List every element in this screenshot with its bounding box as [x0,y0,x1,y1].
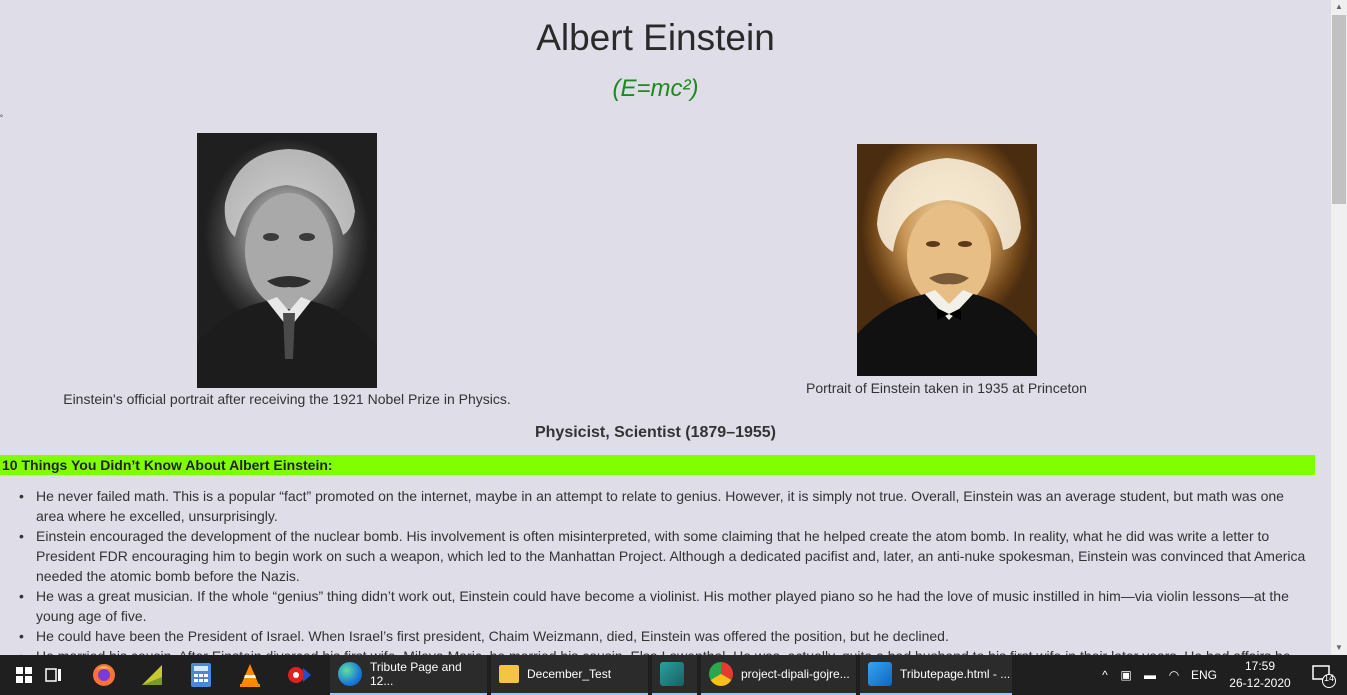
firefox-icon[interactable] [80,655,128,695]
task-view-icon[interactable] [30,655,78,695]
folder-icon [499,665,519,683]
chrome-icon [709,662,733,686]
battery-icon[interactable]: ▬ [1138,668,1162,682]
clock[interactable]: 17:59 26-12-2020 [1226,658,1294,692]
page-subtitle: (E=mc²) [612,75,699,102]
taskbar-app-chrome[interactable]: project-dipali-gojre... [701,655,856,695]
notification-center-icon[interactable]: 14 [1300,655,1346,695]
calculator-icon[interactable] [177,655,225,695]
vlc-icon[interactable] [226,655,274,695]
wifi-icon[interactable]: ◠ [1162,668,1186,682]
language-indicator[interactable]: ENG [1186,668,1222,682]
list-item: He could have been the President of Isra… [19,626,1311,646]
princeton-portrait-caption: Portrait of Einstein taken in 1935 at Pr… [806,380,1087,396]
figure-nobel-portrait: Einstein's official portrait after recei… [40,133,534,407]
facts-banner: 10 Things You Didn’t Know About Albert E… [0,455,1315,475]
stray-mark: ˚ [0,115,4,126]
chevron-up-icon[interactable]: ^ [1096,668,1114,682]
taskbar-app-vscode[interactable]: Tributepage.html - ... [860,655,1012,695]
scroll-down-arrow-icon[interactable]: ▼ [1331,641,1347,655]
taskbar-app-label: December_Test [527,667,612,681]
taskbar-app-file-explorer[interactable]: December_Test [491,655,648,695]
taskbar-app-label: project-dipali-gojre... [741,667,850,681]
geometry-app-icon [660,662,684,686]
vertical-scrollbar[interactable]: ▲ ▼ [1331,0,1347,655]
princeton-portrait-image [856,144,1037,376]
taskbar-app-label: Tribute Page and 12... [370,660,462,688]
meet-now-icon[interactable]: ▣ [1114,668,1138,682]
edge-icon [338,662,362,686]
clock-time: 17:59 [1244,659,1276,673]
list-item: He was a great musician. If the whole “g… [19,586,1311,626]
taskbar-app-label: Tributepage.html - ... [900,667,1011,681]
page-title: Albert Einstein [536,17,775,58]
list-item: Einstein encouraged the development of t… [19,526,1311,586]
media-app-icon[interactable] [275,655,323,695]
taskbar-app-edge[interactable]: Tribute Page and 12... [330,655,487,695]
scroll-thumb[interactable] [1332,15,1346,204]
nobel-portrait-caption: Einstein's official portrait after recei… [63,391,511,407]
notification-count-badge: 14 [1323,673,1334,683]
list-item: He never failed math. This is a popular … [19,486,1311,526]
taskbar-app-geometry[interactable] [652,655,697,695]
clock-date: 26-12-2020 [1229,676,1291,690]
figure-princeton-portrait: Portrait of Einstein taken in 1935 at Pr… [780,144,1113,396]
scroll-up-arrow-icon[interactable]: ▲ [1331,0,1347,14]
tribute-page: Albert Einstein (E=mc²) ˚ Einstein's off… [0,0,1331,655]
vscode-icon [868,662,892,686]
windows-taskbar: Tribute Page and 12... December_Test pro… [0,655,1347,695]
nobel-portrait-image [197,133,377,388]
profession-heading: Physicist, Scientist (1879–1955) [534,424,777,441]
facts-list: He never failed math. This is a popular … [19,486,1311,655]
chart-app-icon[interactable] [128,655,176,695]
list-item: He married his cousin. After Einstein di… [19,646,1311,655]
system-tray: ^ ▣ ▬ ◠ ENG [1096,655,1222,695]
